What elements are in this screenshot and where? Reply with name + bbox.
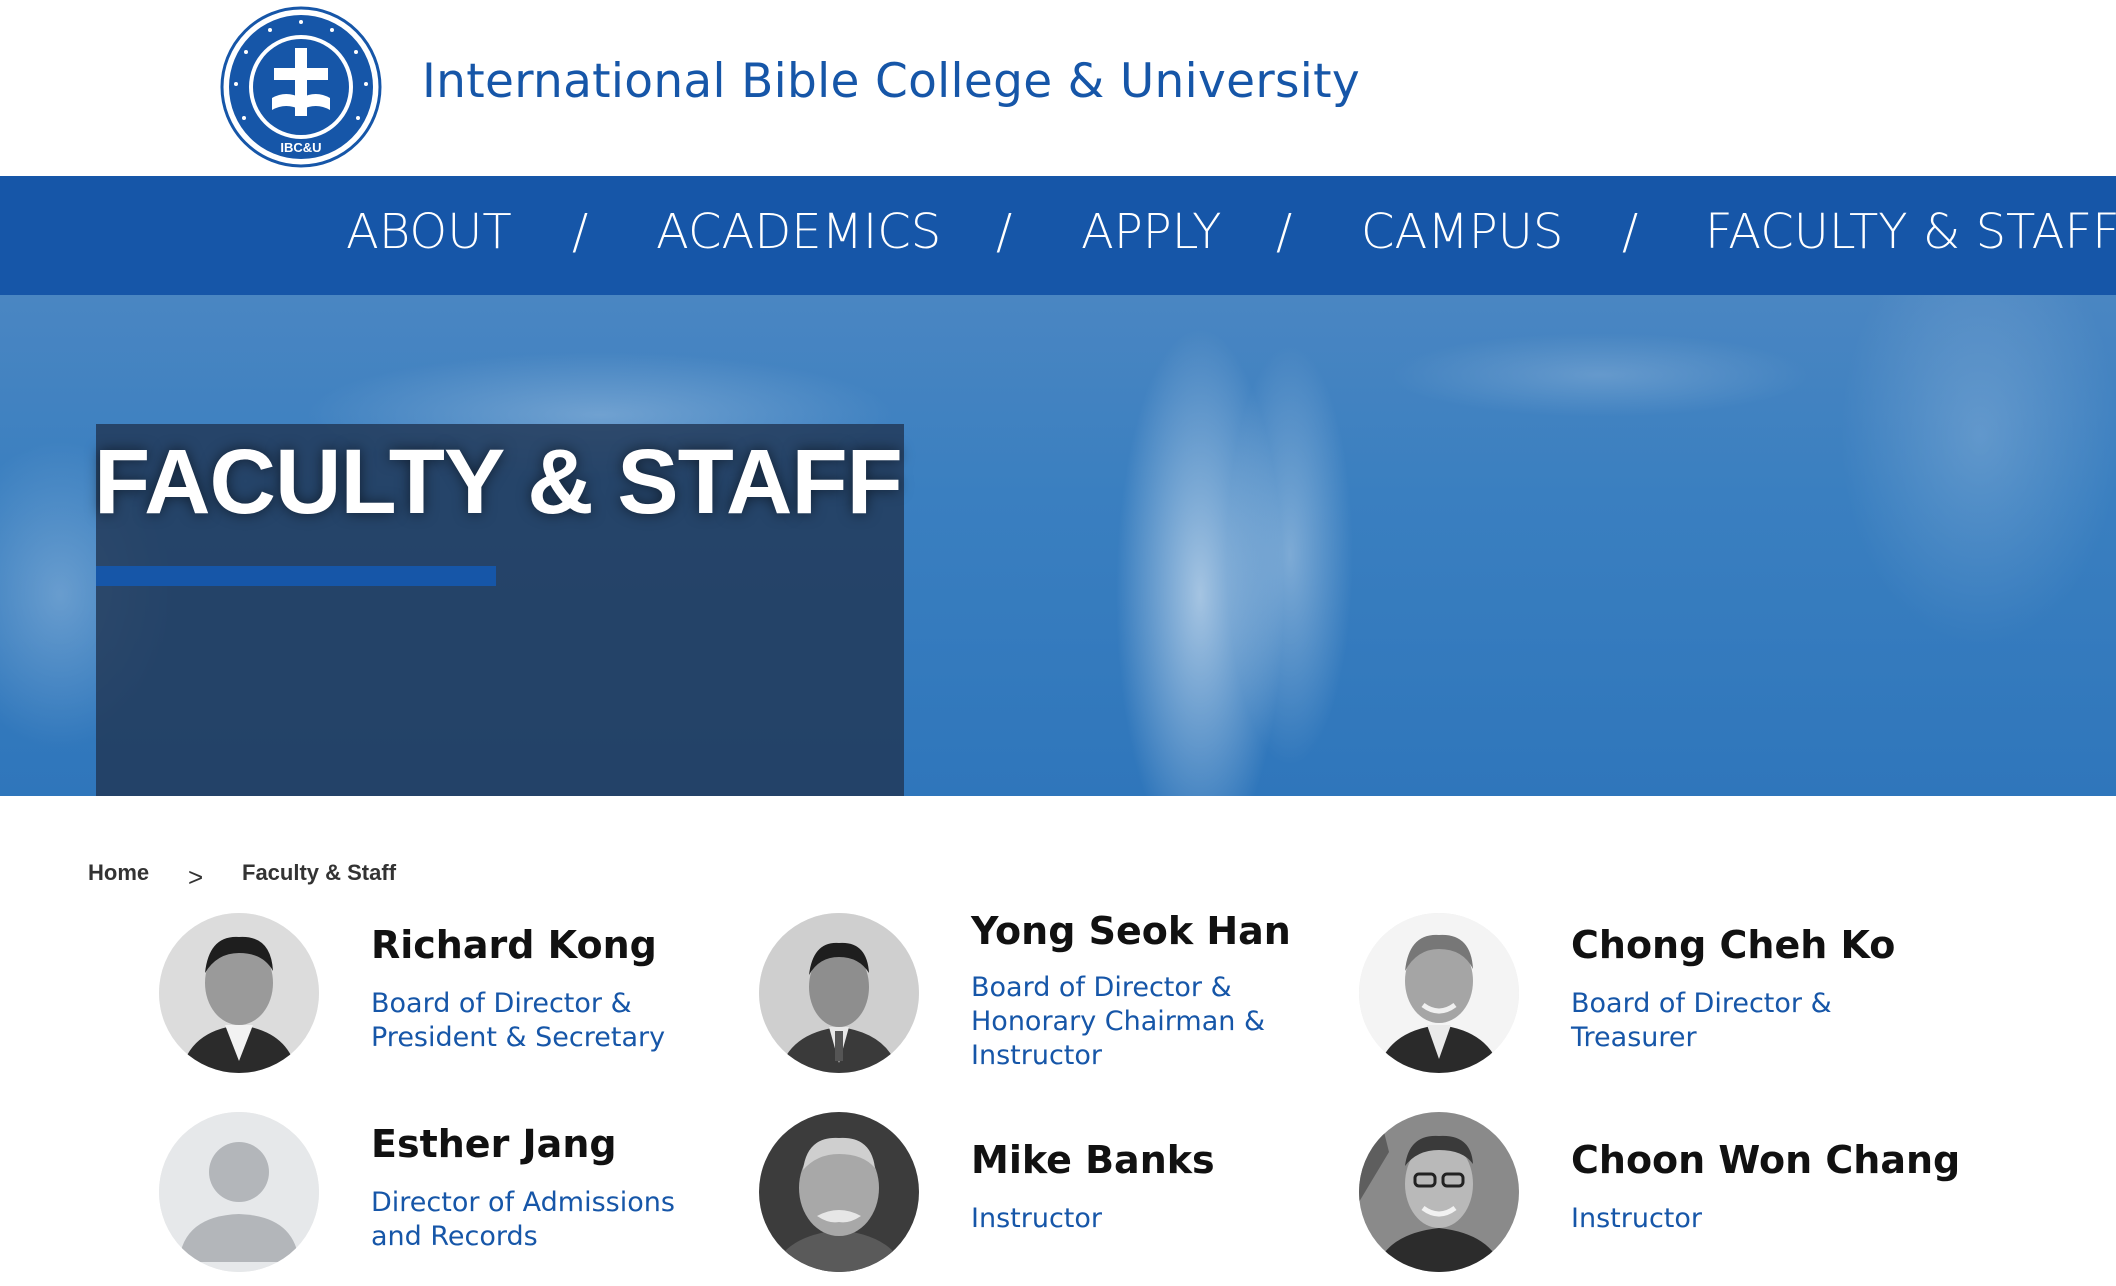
nav-separator: /	[572, 204, 589, 260]
nav-separator: /	[1622, 204, 1639, 260]
staff-role: Director of Admissions and Records	[371, 1187, 675, 1252]
staff-role: Instructor	[1571, 1203, 1702, 1234]
nav-faculty-staff[interactable]: FACULTY & STAFF	[1705, 204, 2116, 260]
breadcrumb-current: Faculty & Staff	[242, 860, 397, 885]
page-title: FACULTY & STAFF	[94, 431, 903, 533]
staff-name[interactable]: Mike Banks	[971, 1138, 1215, 1182]
page: IBC&U International Bible College & Univ…	[0, 0, 2116, 1286]
staff-card[interactable]: Yong Seok Han Board of Director & Honora…	[759, 909, 1339, 1083]
staff-card[interactable]: Esther Jang Director of Admissions and R…	[159, 1112, 739, 1282]
site-header: IBC&U International Bible College & Univ…	[0, 0, 2116, 176]
site-title[interactable]: International Bible College & University	[422, 54, 1360, 109]
staff-photo[interactable]	[759, 913, 919, 1073]
placeholder-avatar-icon[interactable]	[159, 1112, 319, 1272]
main-nav: ABOUT / ACADEMICS / APPLY / CAMPUS / FAC…	[0, 176, 2116, 295]
staff-name[interactable]: Esther Jang	[371, 1122, 617, 1166]
staff-photo[interactable]	[1359, 1112, 1519, 1272]
college-seal-logo[interactable]: IBC&U	[220, 6, 382, 168]
nav-separator: /	[1276, 204, 1293, 260]
staff-card[interactable]: Chong Cheh Ko Board of Director & Treasu…	[1359, 913, 1939, 1083]
nav-separator: /	[996, 204, 1013, 260]
staff-card[interactable]: Richard Kong Board of Director & Preside…	[159, 913, 739, 1083]
nav-about[interactable]: ABOUT	[346, 204, 512, 260]
svg-text:IBC&U: IBC&U	[280, 140, 321, 155]
breadcrumb-home-link[interactable]: Home	[88, 860, 149, 886]
staff-name[interactable]: Choon Won Chang	[1571, 1138, 1960, 1182]
staff-photo[interactable]	[159, 913, 319, 1073]
staff-role: Board of Director & President & Secretar…	[371, 988, 666, 1053]
staff-role: Board of Director & Treasurer	[1571, 988, 1832, 1053]
title-underline	[96, 566, 496, 586]
staff-card[interactable]: Mike Banks Instructor	[759, 1112, 1339, 1282]
nav-academics[interactable]: ACADEMICS	[656, 204, 941, 260]
staff-role: Board of Director & Honorary Chairman & …	[971, 972, 1265, 1071]
staff-card[interactable]: Choon Won Chang Instructor	[1359, 1112, 1960, 1282]
nav-apply[interactable]: APPLY	[1081, 204, 1221, 260]
nav-campus[interactable]: CAMPUS	[1361, 204, 1563, 260]
breadcrumb-separator: >	[188, 862, 204, 892]
staff-name[interactable]: Richard Kong	[371, 923, 657, 967]
staff-photo[interactable]	[1359, 913, 1519, 1073]
staff-role: Instructor	[971, 1203, 1102, 1234]
hero-banner: FACULTY & STAFF	[0, 295, 2116, 796]
staff-photo[interactable]	[759, 1112, 919, 1272]
staff-name[interactable]: Yong Seok Han	[971, 909, 1291, 953]
staff-name[interactable]: Chong Cheh Ko	[1571, 923, 1895, 967]
